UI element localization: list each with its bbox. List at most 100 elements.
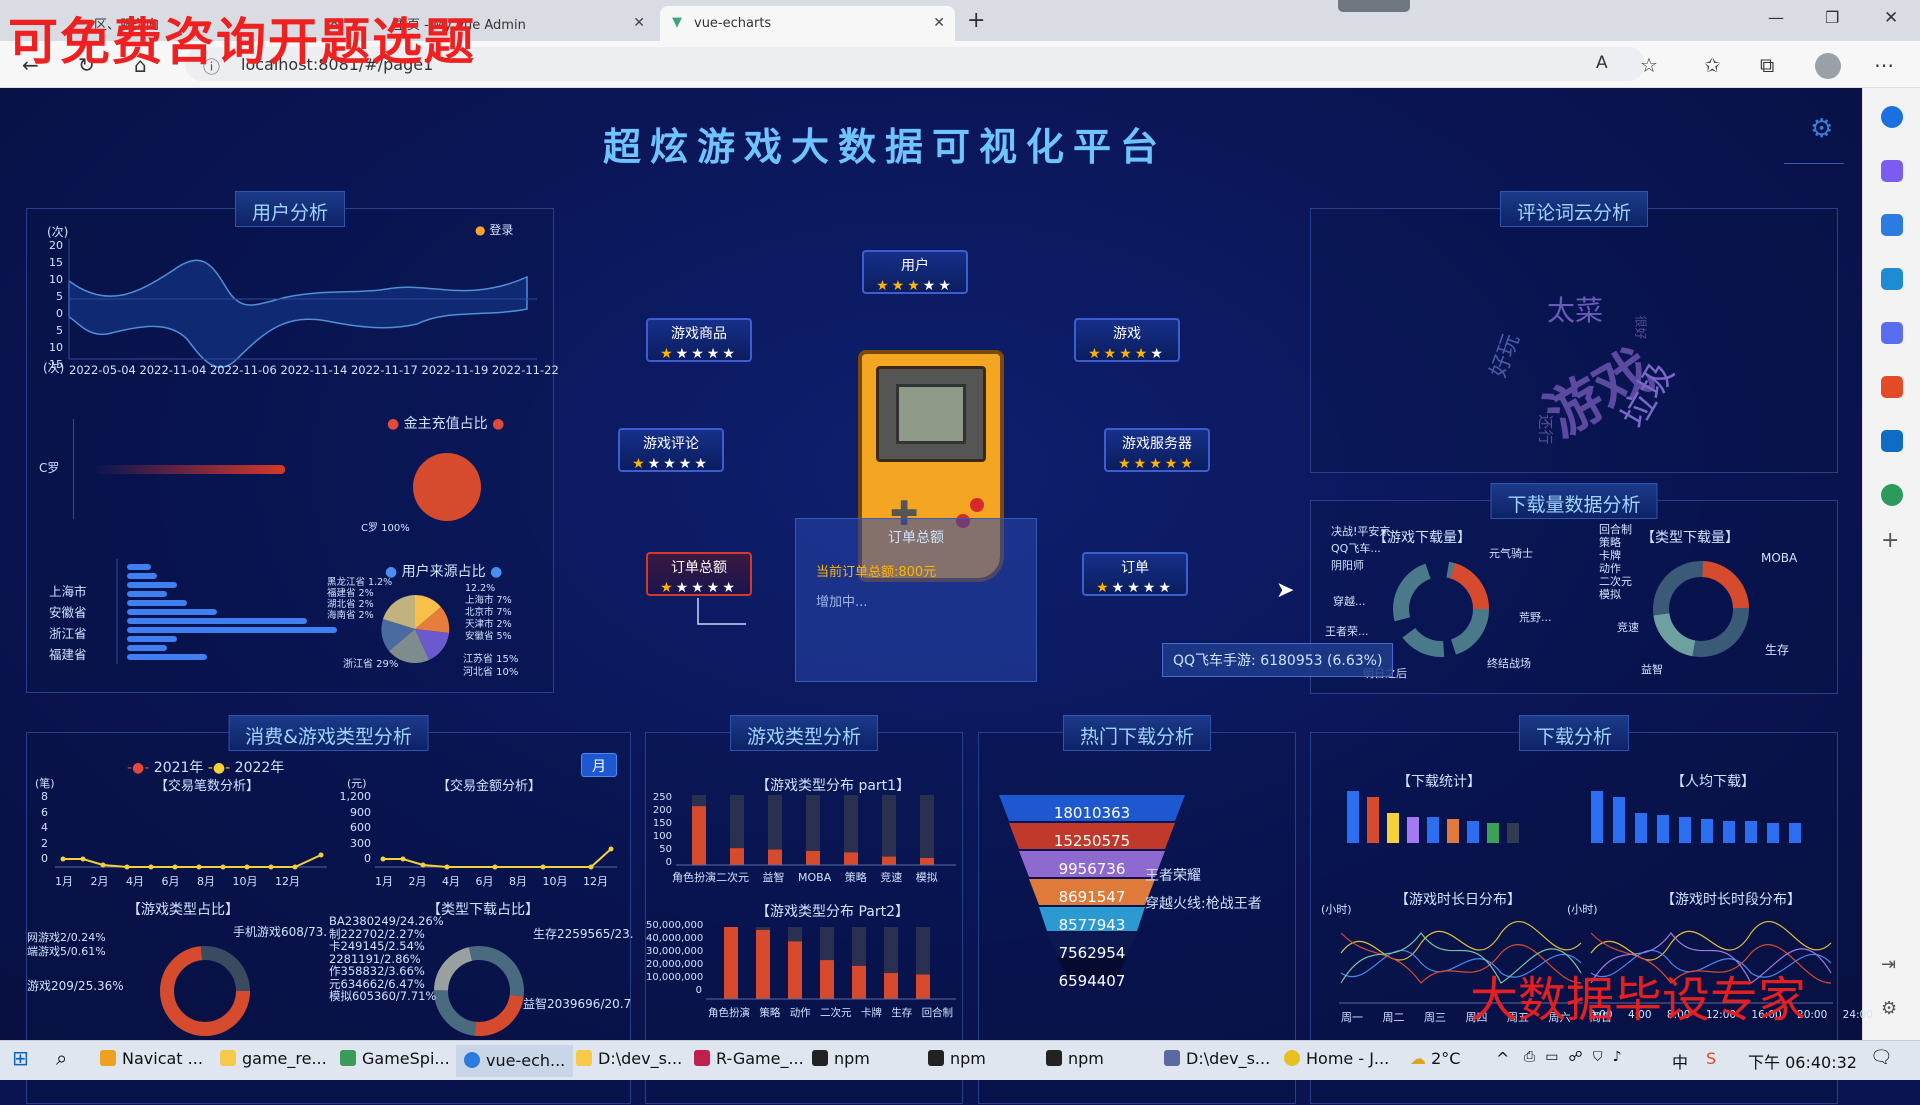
taskbar: ⊞ ⌕ Navicat ... game_re... GameSpi... vu… <box>0 1040 1920 1080</box>
favorites-icon[interactable]: ✩ <box>1704 53 1721 77</box>
watermark-top: 可免费咨询开题选题 <box>8 12 476 71</box>
taskbar-item-npm[interactable]: npm <box>812 1049 870 1068</box>
tab-vue-echarts[interactable]: ▼ vue-echarts ✕ <box>660 6 955 41</box>
taskbar-item-dev-s[interactable]: D:\dev_s... <box>576 1049 682 1068</box>
avg-download-bar <box>1613 797 1625 843</box>
weather-icon: ☁ <box>1410 1049 1426 1068</box>
node-game[interactable]: 游戏 ★★★★★ <box>1074 318 1180 362</box>
download-bar <box>1407 817 1419 843</box>
new-tab-button[interactable]: + <box>967 8 985 33</box>
favorite-add-icon[interactable]: ☆ <box>1640 53 1658 77</box>
close-tab-icon[interactable]: ✕ <box>633 15 645 31</box>
avg-download-bar <box>1679 817 1691 843</box>
ime-indicator[interactable]: 中 <box>1672 1049 1688 1073</box>
tray-chevron-icon[interactable]: ^ <box>1496 1049 1509 1068</box>
node-order-total[interactable]: 订单总额 ★★★★★ <box>646 552 752 596</box>
collections-icon[interactable]: ⧉ <box>1760 53 1774 77</box>
close-window-button[interactable]: ✕ <box>1884 8 1898 28</box>
office-icon[interactable] <box>1881 376 1903 398</box>
taskbar-item-r-game[interactable]: R-Game_... <box>694 1049 804 1068</box>
taskbar-item-home[interactable]: Home - J... <box>1284 1049 1389 1068</box>
node-user[interactable]: 用户 ★★★★★ <box>862 250 968 294</box>
restore-button[interactable]: ❐ <box>1825 8 1839 27</box>
close-tab-icon[interactable]: ✕ <box>933 15 945 31</box>
taskbar-item-game-re[interactable]: game_re... <box>220 1049 327 1068</box>
clock[interactable]: 下午 06:40:32 <box>1748 1049 1857 1073</box>
bar <box>916 974 930 999</box>
donut-label: MOBA <box>1761 551 1798 565</box>
page-title: 超炫游戏大数据可视化平台 <box>602 125 1167 169</box>
funnel-label: 王者荣耀 <box>1145 868 1201 884</box>
weather-widget[interactable]: ☁ 2°C <box>1410 1049 1460 1068</box>
sidebar-toggle-icon[interactable]: ⇥ <box>1881 954 1896 975</box>
dashboard: 超炫游戏大数据可视化平台 ⚙ 用户分析 (次) (次) 20 15 10 5 0 5 10 1… <box>0 88 1873 1104</box>
outlook-icon[interactable] <box>1881 430 1903 452</box>
tree-icon[interactable] <box>1881 484 1903 506</box>
search-icon[interactable] <box>1881 106 1903 128</box>
taskbar-item-vue-echarts[interactable]: vue-ech... <box>456 1045 574 1077</box>
bar <box>692 806 706 865</box>
panel-title: 评论词云分析 <box>1499 191 1649 227</box>
node-game-comment[interactable]: 游戏评论 ★★★★★ <box>618 428 724 472</box>
taskbar-item-npm[interactable]: npm <box>1046 1049 1104 1068</box>
download-bar <box>1347 791 1359 843</box>
bar <box>768 849 782 865</box>
tools-icon[interactable] <box>1881 268 1903 290</box>
profile-avatar[interactable] <box>1815 53 1841 79</box>
word-haixing: 还行 <box>1536 414 1555 445</box>
node-order[interactable]: 订单 ★★★★★ <box>1082 552 1188 596</box>
donut-right-labels: 回合制 策略 卡牌 动作 二次元 模拟 <box>1599 523 1632 601</box>
bar-background <box>920 795 934 865</box>
taskbar-item-gamespi[interactable]: GameSpi... <box>340 1049 450 1068</box>
donut-label: 穿越... <box>1333 595 1366 608</box>
part2-yticks: 50,000,000 40,000,000 30,000,000 20,000,000… <box>646 920 704 996</box>
settings-icon[interactable]: ⚙ <box>1881 998 1897 1019</box>
bar <box>920 858 934 865</box>
more-menu-icon[interactable]: ⋯ <box>1874 53 1894 77</box>
user-analysis-panel: 用户分析 (次) (次) 20 15 10 5 0 5 10 15 2022-05-04 20… <box>26 191 559 693</box>
funnel-values: 18010363 15250575 9956736 8691547 8577943 756… <box>1053 804 1131 990</box>
bar <box>820 960 834 999</box>
notification-icon[interactable]: 🗨 <box>1870 1047 1893 1068</box>
pie-labels-bottom-right: 江苏省 15% 河北省 10% <box>463 654 519 678</box>
download-bar <box>1387 813 1399 843</box>
bar <box>788 941 802 999</box>
donut-label: 竞速 <box>1617 621 1639 634</box>
add-icon[interactable]: + <box>1881 528 1899 553</box>
popup-value: 当前订单总额:800元 <box>816 565 937 580</box>
daily-title: 【游戏时长日分布】 <box>1395 892 1521 908</box>
download-bar <box>1507 823 1519 843</box>
window-handle <box>1338 0 1410 12</box>
read-aloud-icon[interactable]: A <box>1596 53 1608 73</box>
download-bar <box>1467 821 1479 843</box>
avg-download-bar <box>1723 821 1735 843</box>
taskbar-item-dev-s[interactable]: D:\dev_s... <box>1164 1049 1270 1068</box>
donut-label: 元气骑士 <box>1489 547 1533 560</box>
donut-label: 荒野... <box>1519 611 1552 624</box>
shopping-icon[interactable] <box>1881 214 1903 236</box>
bar-background <box>882 795 896 865</box>
search-icon[interactable]: ⌕ <box>56 1046 67 1070</box>
part1-cats: 角色扮演二次元 益智 MOBA 策略 竞速 模拟 <box>672 871 938 884</box>
popup-title: 订单总额 <box>888 530 944 546</box>
app-tray-icon[interactable]: S <box>1706 1049 1716 1068</box>
minimize-button[interactable]: — <box>1768 8 1784 27</box>
games-icon[interactable] <box>1881 322 1903 344</box>
pie-label-zhejiang: 浙江省 29% <box>343 659 399 670</box>
popup-status: 增加中... <box>816 595 868 610</box>
node-game-goods[interactable]: 游戏商品 ★★★★★ <box>646 318 752 362</box>
avg-download-bar <box>1745 821 1757 843</box>
hours-unit: (小时) <box>1567 903 1598 916</box>
taskbar-item-npm[interactable]: npm <box>928 1049 986 1068</box>
node-game-server[interactable]: 游戏服务器 ★★★★★ <box>1104 428 1210 472</box>
bar <box>884 973 898 999</box>
taskbar-item-navicat[interactable]: Navicat ... <box>100 1049 203 1068</box>
tray-icons[interactable]: ⎙▭☍⛉♪ <box>1524 1049 1632 1065</box>
part2-title: 【游戏类型分布 Part2】 <box>756 904 909 920</box>
gear-icon[interactable]: ⚙ <box>1810 114 1833 144</box>
bar <box>882 856 896 865</box>
start-icon[interactable]: ⊞ <box>12 1046 29 1070</box>
avg-download-bar <box>1701 819 1713 843</box>
wordcloud-panel: 评论词云分析 游戏 太菜 垃圾 好玩 还行 很好 <box>1310 191 1838 473</box>
copilot-icon[interactable] <box>1881 160 1903 182</box>
